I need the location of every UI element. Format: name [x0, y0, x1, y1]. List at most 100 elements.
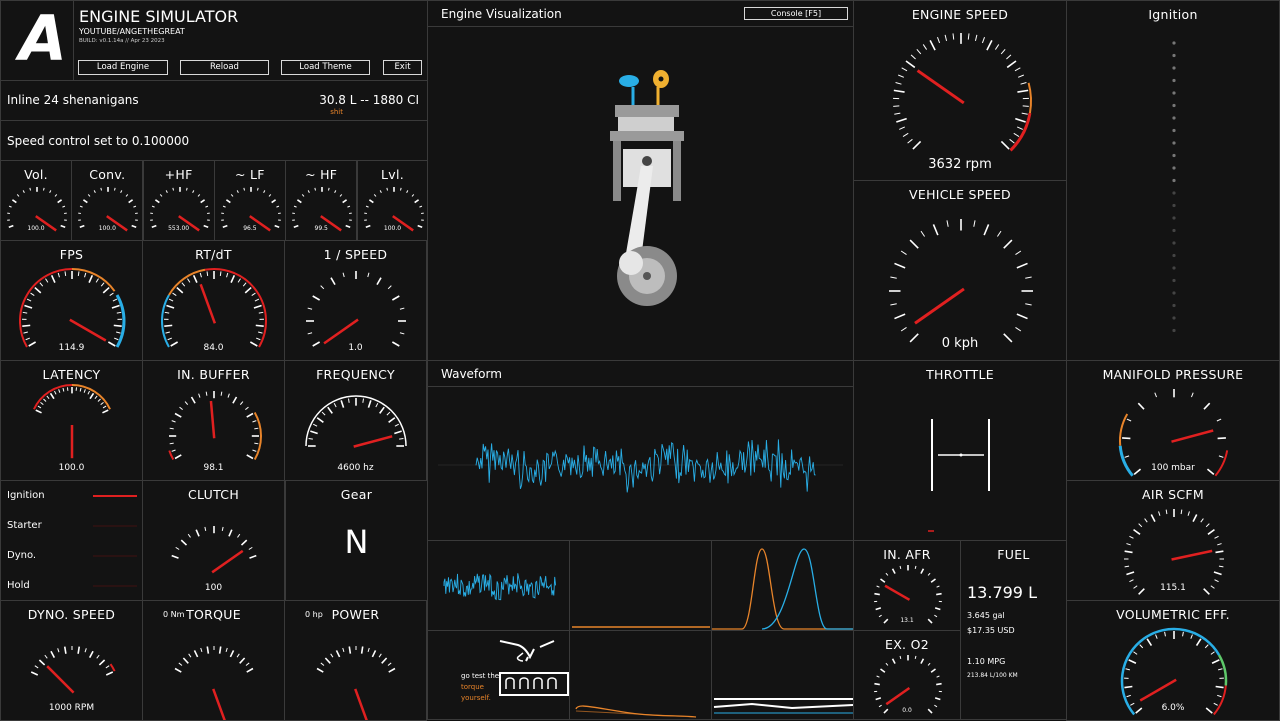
mini-gauge-label: Conv. — [72, 167, 142, 182]
mini-gauge-5-panel: ~ HF 99.5 — [285, 160, 357, 241]
hold-indicator-label: Hold — [7, 580, 30, 591]
power-dial — [285, 601, 427, 721]
fuel-l100km: 213.84 L/100 KM — [967, 672, 1018, 679]
torque-dial — [143, 601, 285, 721]
fuel-label: FUEL — [961, 547, 1066, 562]
mini-gauge-3-panel: +HF553.00 — [143, 160, 215, 241]
ignition-indicator-light — [93, 495, 137, 497]
gear-label: Gear — [286, 487, 427, 502]
mini-waveform-plot — [428, 541, 570, 631]
manifold-pressure-panel: MANIFOLD PRESSURE100 mbar — [1066, 360, 1280, 481]
frequency-value: 4600 hz — [285, 463, 426, 473]
latency-panel: LATENCY100.0 — [0, 360, 143, 481]
promo-line-1: go test the — [461, 672, 499, 680]
app-title: ENGINE SIMULATOR — [79, 7, 238, 26]
starter-indicator-light — [93, 525, 137, 527]
ignition-dots — [1067, 1, 1280, 361]
one-over-speed-value: 1.0 — [285, 343, 426, 353]
distribution-panel — [711, 540, 854, 631]
reload-button[interactable]: Reload — [180, 60, 269, 75]
logo: A — [1, 1, 74, 81]
fuel-mpg: 1.10 MPG — [967, 657, 1005, 666]
rt-dt-panel: RT/dT84.0 — [142, 240, 285, 361]
waveform-plot — [428, 361, 854, 541]
gear-value: N — [286, 523, 427, 561]
fps-value: 114.9 — [1, 343, 142, 353]
mini-gauge-1-panel: Vol. 100.0 — [0, 160, 72, 241]
waveform-panel: Waveform — [427, 360, 854, 541]
indicator-panel: Ignition Starter Dyno. Hold — [0, 480, 143, 601]
volumetric-eff-panel: VOLUMETRIC EFF.6.0% — [1066, 600, 1280, 721]
status-panel: Speed control set to 0.100000 — [0, 120, 428, 161]
vehicle-speed-value: 0 kph — [854, 336, 1066, 351]
power-unit: 0 hp — [305, 610, 323, 619]
air-scfm-panel: AIR SCFM115.1 — [1066, 480, 1280, 601]
engine-visualization-panel: Engine Visualization Console [F5] — [427, 0, 854, 361]
engine-speed-panel: ENGINE SPEED3632 rpm — [853, 0, 1067, 181]
mini-gauge-2-panel: Conv. 100.0 — [71, 160, 143, 241]
status-message: Speed control set to 0.100000 — [7, 134, 189, 148]
load-engine-button[interactable]: Load Engine — [78, 60, 168, 75]
one-over-speed-panel: 1 / SPEED1.0 — [284, 240, 427, 361]
mini-gauge-6-panel: Lvl. 100.0 — [357, 160, 429, 241]
mini-gauge-value: 96.5 — [215, 225, 285, 232]
starter-indicator-label: Starter — [7, 520, 42, 531]
engine-speed-value: 3632 rpm — [854, 157, 1066, 172]
latency-value: 100.0 — [1, 463, 142, 473]
mini-gauge-label: Lvl. — [358, 167, 428, 182]
in-buffer-value: 98.1 — [143, 463, 284, 473]
engine-name: Inline 24 shenanigans — [7, 93, 139, 107]
fuel-liters: 13.799 L — [967, 583, 1037, 602]
fuel-gallons: 3.645 gal — [967, 611, 1005, 620]
throttle-panel: THROTTLE — [853, 360, 1067, 541]
dyno-speed-value: 1000 RPM — [1, 703, 142, 713]
mini-gauge-label: ~ HF — [286, 167, 356, 182]
in-afr-value: 13.1 — [854, 617, 960, 624]
power-curve-panel — [711, 630, 854, 720]
author-label: YOUTUBE/ANGETHEGREAT — [79, 27, 185, 36]
power-curve-plot — [712, 631, 854, 720]
volumetric-eff-value: 6.0% — [1067, 703, 1279, 713]
spectrum-panel-a — [569, 540, 712, 631]
load-theme-button[interactable]: Load Theme — [281, 60, 370, 75]
frequency-panel: FREQUENCY4600 hz — [284, 360, 427, 481]
mini-gauge-value: 553.00 — [144, 225, 214, 232]
in-afr-panel: IN. AFR13.1 — [853, 540, 961, 631]
dyno-indicator-light — [93, 555, 137, 557]
torque-curve-panel — [569, 630, 712, 720]
torque-curve-plot — [570, 631, 712, 720]
header-panel: A ENGINE SIMULATOR YOUTUBE/ANGETHEGREAT … — [0, 0, 428, 81]
vehicle-speed-panel: VEHICLE SPEED0 kph — [853, 180, 1067, 361]
power-panel: POWER0 hp — [284, 600, 427, 721]
ex-o2-value: 0.0 — [854, 707, 960, 714]
mini-gauge-value: 100.0 — [1, 225, 71, 232]
torque-unit: 0 Nm — [163, 610, 184, 619]
fuel-cost: $17.35 USD — [967, 626, 1015, 635]
clutch-value: 100 — [143, 583, 284, 593]
dyno-indicator-label: Dyno. — [7, 550, 36, 561]
logo-letter: A — [19, 3, 67, 75]
fuel-panel: FUEL 13.799 L 3.645 gal $17.35 USD 1.10 … — [960, 540, 1067, 720]
fps-panel: FPS114.9 — [0, 240, 143, 361]
air-scfm-value: 115.1 — [1067, 583, 1279, 593]
ex-o2-panel: EX. O20.0 — [853, 630, 961, 720]
torque-panel: TORQUE0 Nm — [142, 600, 285, 721]
engine-displacement: 30.8 L -- 1880 CI — [319, 93, 419, 107]
mini-gauge-value: 100.0 — [72, 225, 142, 232]
mini-gauge-label: ~ LF — [215, 167, 285, 182]
gear-panel: Gear N — [285, 480, 428, 601]
promo-line-3: yourself. — [461, 694, 491, 702]
spectrum-plot-a — [570, 541, 712, 631]
in-buffer-panel: IN. BUFFER98.1 — [142, 360, 285, 481]
exit-button[interactable]: Exit — [383, 60, 422, 75]
promo-line-2: torque — [461, 683, 484, 691]
dyno-speed-panel: DYNO. SPEED1000 RPM — [0, 600, 143, 721]
mini-gauge-label: Vol. — [1, 167, 71, 182]
mini-gauge-value: 99.5 — [286, 225, 356, 232]
manifold-pressure-value: 100 mbar — [1067, 463, 1279, 473]
torque-promo-panel: go test the torque yourself. — [427, 630, 570, 720]
mini-gauge-value: 100.0 — [358, 225, 428, 232]
mini-waveform-panel — [427, 540, 570, 631]
throttle-graphic — [854, 361, 1067, 541]
engine-sub-label: shit — [330, 108, 343, 116]
